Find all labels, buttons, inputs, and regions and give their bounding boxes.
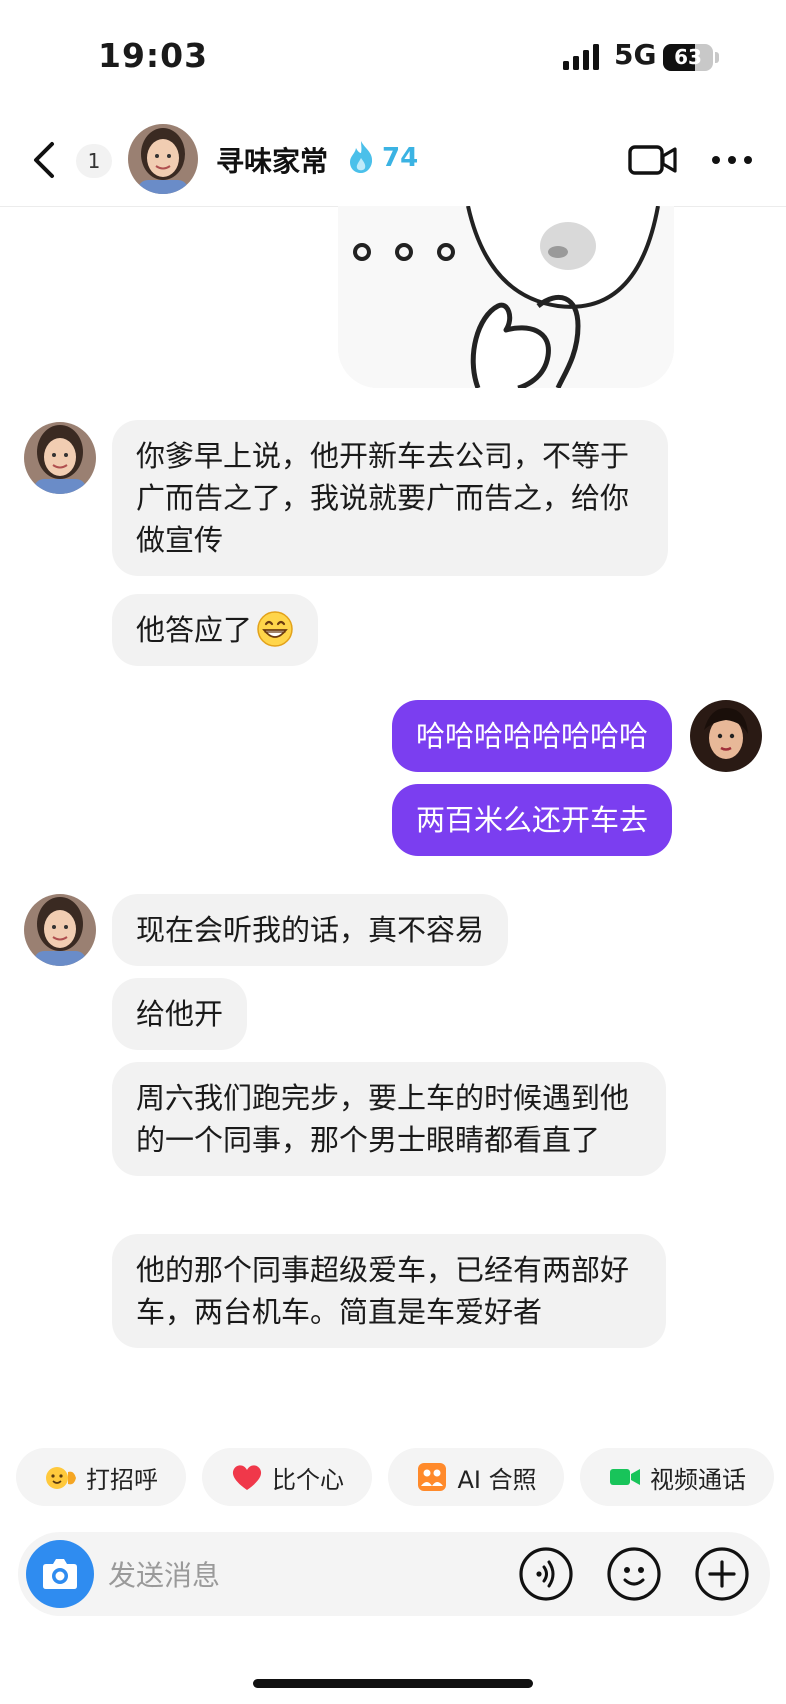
sticker-image[interactable] (338, 206, 674, 388)
status-bar: 19:03 5G 63 (0, 0, 786, 110)
quick-action-label: 视频通话 (650, 1465, 746, 1494)
quick-action-label: 打招呼 (86, 1465, 158, 1494)
battery-percent: 63 (674, 45, 702, 69)
outgoing-message[interactable]: 哈哈哈哈哈哈哈哈 (391, 700, 672, 772)
camera-button[interactable] (26, 1540, 94, 1608)
message-input-bar: 发送消息 (18, 1532, 770, 1616)
back-arrow-icon[interactable] (30, 140, 60, 180)
unread-count-badge: 1 (76, 144, 112, 178)
cellular-signal-icon (563, 44, 599, 70)
incoming-message[interactable]: 他的那个同事超级爱车，已经有两部好车，两台机车。简直是车爱好者 (112, 1234, 666, 1348)
chat-header: 1 寻味家常 74 (0, 110, 786, 207)
ai-photo-icon (418, 1463, 447, 1491)
flame-icon (350, 141, 373, 173)
incoming-message[interactable]: 给他开 (112, 978, 248, 1050)
status-time: 19:03 (98, 36, 209, 75)
contact-avatar[interactable] (24, 894, 96, 966)
quick-action-label: 比个心 (272, 1465, 344, 1494)
network-type: 5G (614, 38, 657, 71)
grinning-emoji-icon (257, 611, 293, 647)
quick-action-heart[interactable]: 比个心 (202, 1448, 372, 1506)
incoming-message[interactable]: 你爹早上说，他开新车去公司，不等于广而告之了，我说就要广而告之，给你做宣传 (112, 420, 668, 576)
incoming-message[interactable]: 他答应了 (112, 594, 319, 666)
quick-action-video-call[interactable]: 视频通话 (580, 1448, 774, 1506)
battery-icon: 63 (663, 44, 713, 71)
wave-hand-icon (46, 1467, 76, 1489)
heart-icon (232, 1465, 262, 1490)
contact-name[interactable]: 寻味家常 (216, 140, 328, 180)
battery-tip (715, 52, 719, 63)
my-avatar[interactable] (690, 700, 762, 772)
video-call-icon (610, 1469, 640, 1485)
incoming-message[interactable]: 现在会听我的话，真不容易 (112, 894, 509, 966)
chat-message-list[interactable]: 你爹早上说，他开新车去公司，不等于广而告之了，我说就要广而告之，给你做宣传 他答… (0, 206, 786, 1436)
quick-action-label: AI 合照 (457, 1465, 537, 1494)
message-text: 他答应了 (136, 613, 253, 647)
emoji-icon[interactable] (606, 1546, 662, 1602)
home-indicator (253, 1679, 533, 1688)
outgoing-message[interactable]: 两百米么还开车去 (391, 784, 672, 856)
contact-avatar[interactable] (128, 124, 198, 194)
contact-avatar[interactable] (24, 422, 96, 494)
video-camera-icon[interactable] (628, 144, 678, 176)
streak-count: 74 (382, 143, 419, 173)
incoming-message[interactable]: 周六我们跑完步，要上车的时候遇到他的一个同事，那个男士眼睛都看直了 (112, 1062, 666, 1176)
camera-icon (43, 1559, 77, 1589)
voice-message-icon[interactable] (518, 1546, 574, 1602)
plus-icon[interactable] (694, 1546, 750, 1602)
quick-action-wave[interactable]: 打招呼 (16, 1448, 186, 1506)
message-input[interactable]: 发送消息 (108, 1554, 220, 1594)
more-options-icon[interactable] (710, 154, 754, 166)
quick-action-ai-photo[interactable]: AI 合照 (388, 1448, 564, 1506)
